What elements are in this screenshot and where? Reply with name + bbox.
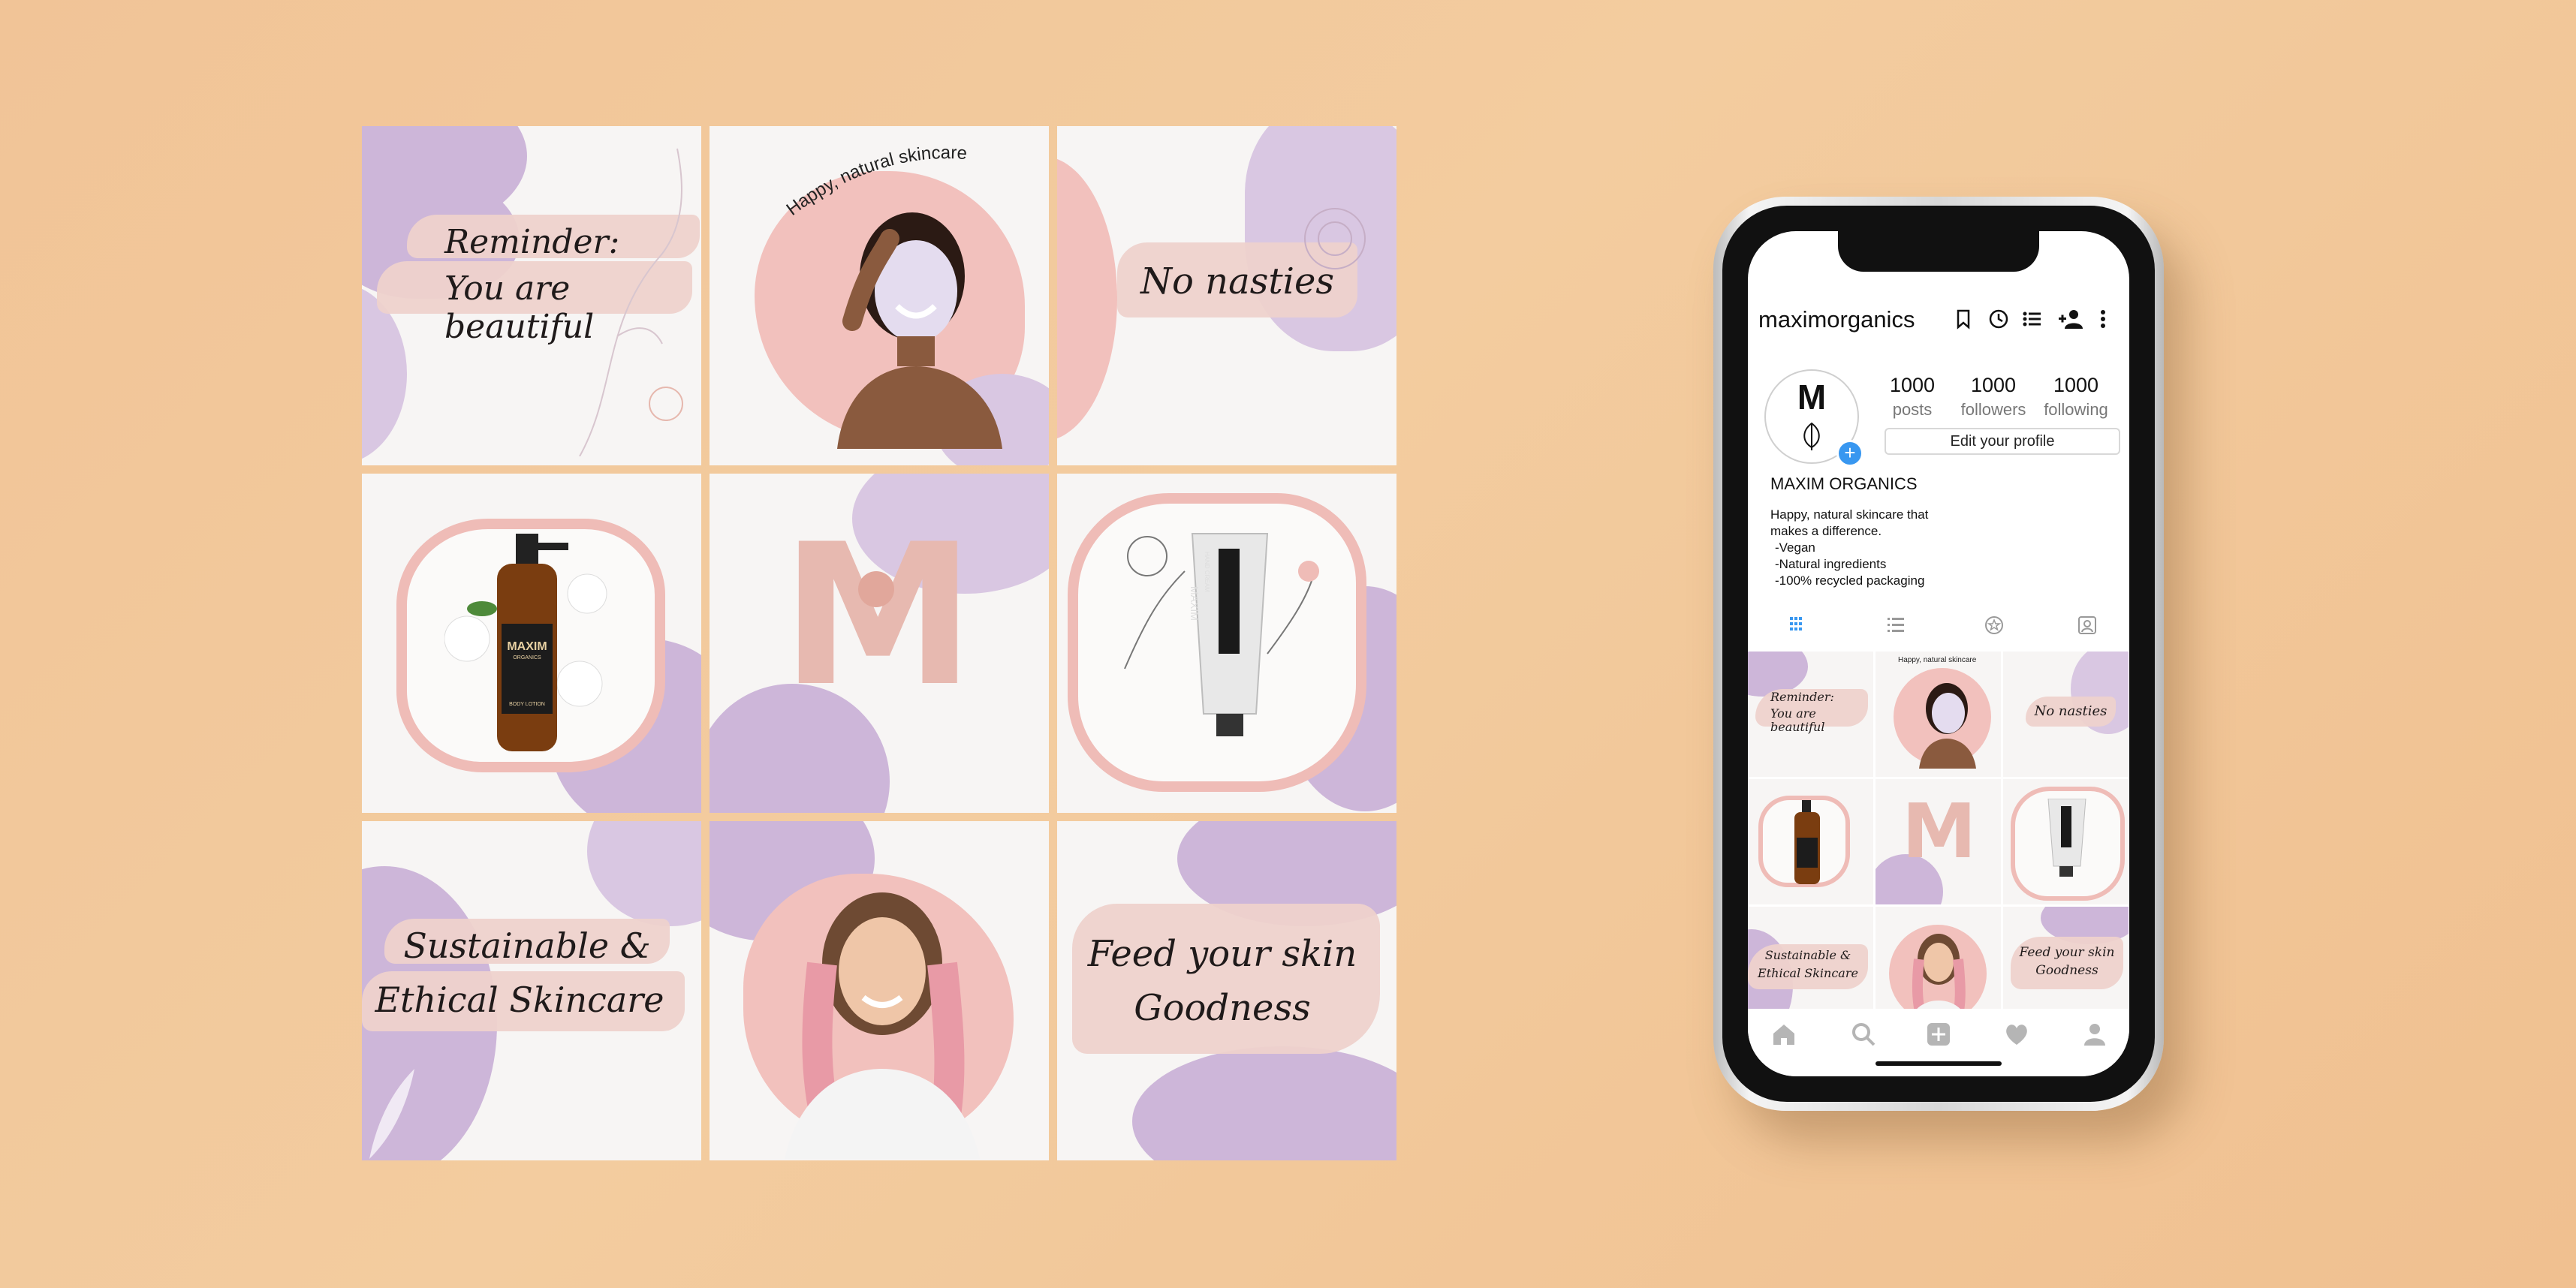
mini-monogram: M — [1902, 787, 1977, 875]
feed-line2: Goodness — [1134, 987, 1311, 1029]
post-grid-preview: Reminder: You are beautiful Happy, natur… — [362, 126, 1396, 1160]
profile-icon[interactable] — [2081, 1021, 2108, 1048]
avatar[interactable]: M + — [1764, 369, 1863, 467]
mini-sustainable-line1: Sustainable & — [1764, 948, 1851, 962]
add-icon[interactable] — [1925, 1021, 1952, 1048]
following-count: 1000 — [2053, 374, 2099, 396]
avatar-monogram: M — [1797, 378, 1827, 417]
phone-bezel: maximorganics M + 1000 posts 1000 follow… — [1722, 206, 2155, 1102]
following-label: following — [2044, 400, 2108, 419]
profile-tabs — [1748, 606, 2129, 642]
post-reminder: Reminder: You are beautiful — [362, 126, 701, 465]
sustainable-line2: Ethical Skincare — [375, 980, 664, 1020]
sustainable-line1: Sustainable & — [403, 925, 651, 966]
lavender-blob — [587, 821, 701, 926]
post-hand-cream: MAXIM HAND CREAM — [1057, 474, 1396, 813]
bio-line: -Vegan — [1775, 540, 1815, 555]
bottle-sub: ORGANICS — [513, 655, 541, 661]
mini-post-monogram[interactable]: M — [1876, 779, 2001, 904]
feed-line1: Feed your skin — [1087, 933, 1357, 975]
brush-stroke — [1072, 904, 1380, 1054]
profile-header-bar: maximorganics — [1748, 299, 2129, 344]
bookmark-icon[interactable] — [1952, 308, 1975, 330]
bio-line: makes a difference. — [1770, 524, 1882, 538]
leaf-icon — [1803, 422, 1820, 450]
mini-post-hand-cream[interactable] — [2003, 779, 2129, 904]
more-icon[interactable] — [2098, 308, 2108, 330]
star-icon[interactable] — [1979, 614, 2009, 636]
mini-post-lotion[interactable] — [1748, 779, 1873, 904]
mini-tube — [2047, 799, 2086, 877]
post-monogram: M — [710, 474, 1049, 813]
bottle-brand: MAXIM — [507, 640, 547, 653]
mini-face-photo — [1919, 683, 1976, 769]
post-feed-your-skin: Feed your skin Goodness — [1057, 821, 1396, 1160]
list-icon[interactable] — [2021, 308, 2044, 330]
mini-feed-line2: Goodness — [2035, 963, 2098, 978]
mini-post-happy[interactable]: Happy, natural skincare — [1876, 652, 2001, 777]
stat-posts[interactable]: 1000 posts — [1871, 374, 1954, 420]
heart-icon[interactable] — [2003, 1021, 2030, 1048]
bio-line: -100% recycled packaging — [1775, 573, 1925, 588]
mini-post-reminder[interactable]: Reminder: You are beautiful — [1748, 652, 1873, 777]
edit-profile-button[interactable]: Edit your profile — [1885, 428, 2120, 455]
hand-cream-tube — [1124, 533, 1319, 736]
mini-no-nasties: No nasties — [2034, 703, 2107, 719]
tagged-icon[interactable] — [2072, 614, 2102, 636]
posts-label: posts — [1892, 400, 1933, 419]
post-body-lotion: MAXIM ORGANICS BODY LOTION — [362, 474, 701, 813]
woman-face-mask-photo — [837, 212, 1002, 449]
phone-mockup: maximorganics M + 1000 posts 1000 follow… — [1713, 197, 2164, 1111]
stat-followers[interactable]: 1000 followers — [1952, 374, 2035, 420]
add-story-icon[interactable]: + — [1836, 440, 1863, 467]
mini-post-no-nasties[interactable]: No nasties — [2003, 652, 2129, 777]
post-happy-skincare: Happy, natural skincare — [710, 126, 1049, 465]
followers-label: followers — [1960, 400, 2026, 419]
tube-brand: MAXIM — [1189, 586, 1201, 621]
mini-sustainable-line2: Ethical Skincare — [1758, 966, 1858, 980]
followers-count: 1000 — [1970, 374, 2017, 396]
history-icon[interactable] — [1987, 308, 2009, 330]
leaf-line-art — [369, 1069, 414, 1159]
grid-icon[interactable] — [1781, 614, 1811, 636]
home-icon[interactable] — [1770, 1021, 1797, 1048]
instagram-profile-screen: maximorganics M + 1000 posts 1000 follow… — [1748, 231, 2129, 1076]
bio-line: Happy, natural skincare that — [1770, 507, 1929, 522]
rose-line-art — [1304, 208, 1366, 269]
mini-bottle — [1794, 800, 1820, 884]
home-indicator — [1876, 1061, 2002, 1066]
blush-blob — [1057, 156, 1117, 441]
post-sustainable: Sustainable & Ethical Skincare — [362, 821, 701, 1160]
post-no-nasties: No nasties — [1057, 126, 1396, 465]
phone-notch — [1838, 231, 2039, 272]
list-icon[interactable] — [1880, 614, 1910, 636]
add-person-icon[interactable] — [2057, 308, 2086, 330]
tube-label: HAND CREAM — [1204, 552, 1210, 592]
bottle-label: BODY LOTION — [509, 702, 545, 707]
post-smiling-woman — [710, 821, 1049, 1160]
mini-feed-line1: Feed your skin — [2019, 945, 2115, 960]
profile-name: MAXIM ORGANICS — [1770, 474, 1918, 493]
lavender-blob — [1132, 1046, 1396, 1160]
bottom-navigation — [1748, 1009, 2129, 1076]
monogram-m: M — [781, 503, 975, 730]
profile-post-grid: Reminder: You are beautiful Happy, natur… — [1748, 652, 2129, 1033]
search-icon[interactable] — [1850, 1021, 1877, 1048]
posts-count: 1000 — [1889, 374, 1936, 396]
username: maximorganics — [1758, 306, 1915, 333]
mini-reminder-line2: You are beautiful — [1770, 706, 1825, 735]
bio-line: -Natural ingredients — [1775, 557, 1887, 571]
woman-portrait-photo — [785, 892, 980, 1159]
mini-caption: Happy, natural skincare — [1898, 656, 1977, 664]
mini-reminder-line1: Reminder: — [1770, 690, 1834, 704]
floral-line-art — [579, 148, 683, 456]
stat-following[interactable]: 1000 following — [2035, 374, 2117, 420]
monogram-dot — [858, 571, 894, 607]
